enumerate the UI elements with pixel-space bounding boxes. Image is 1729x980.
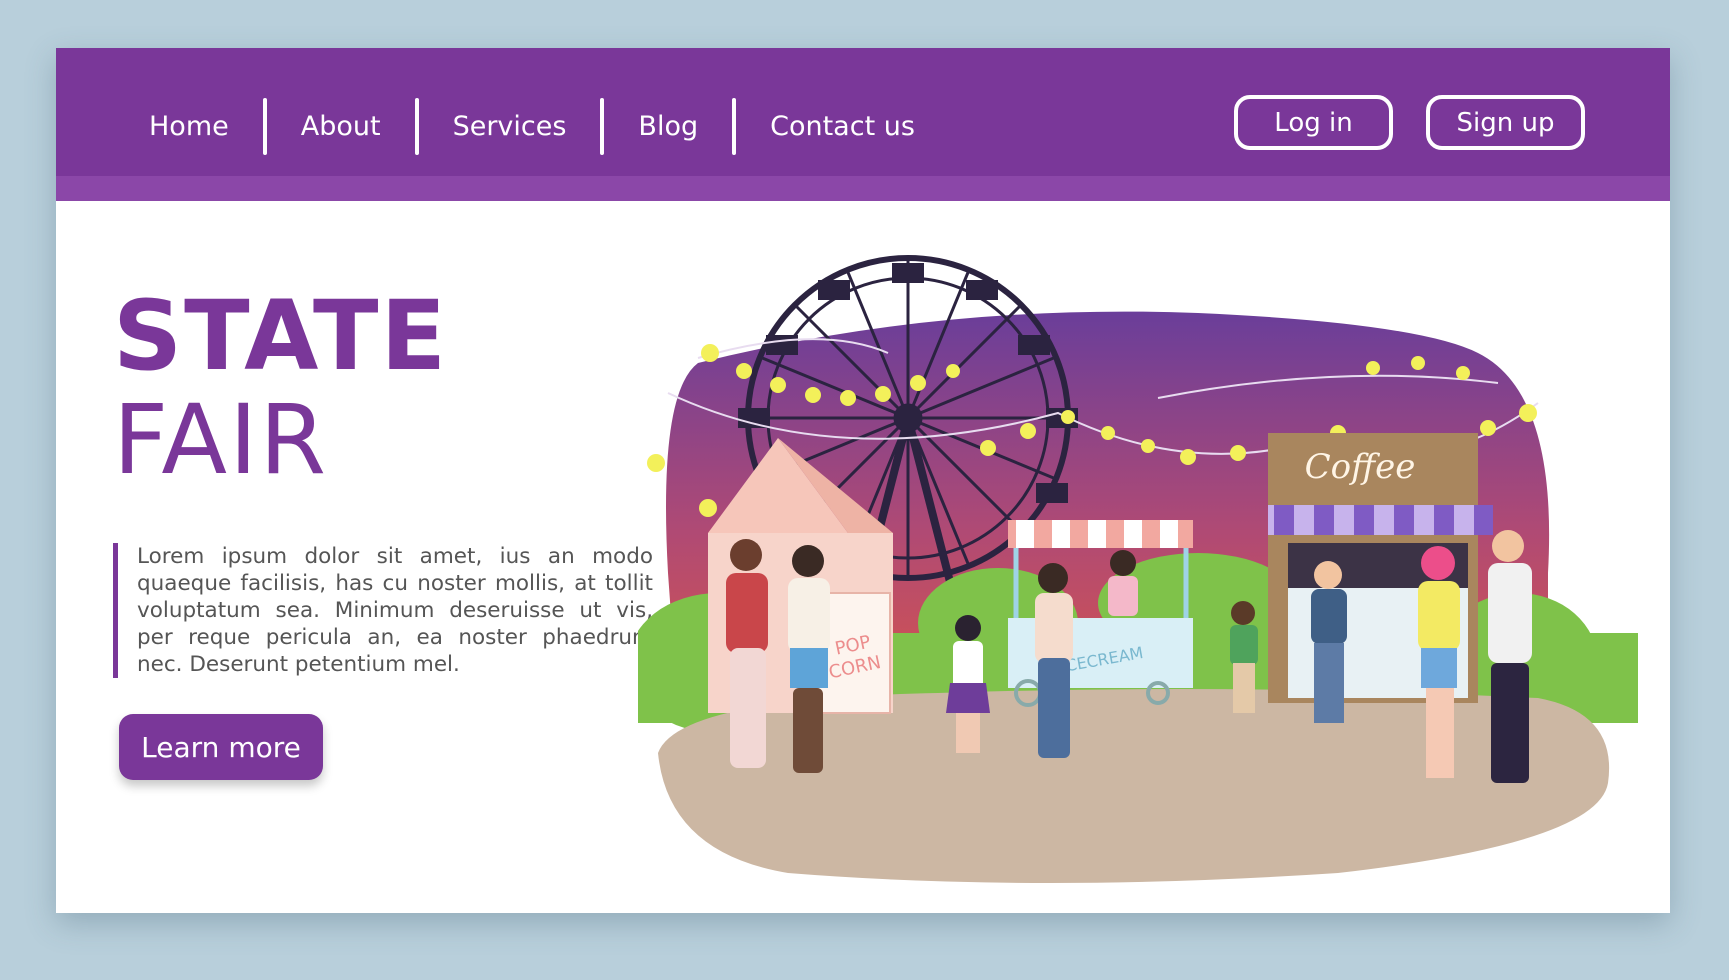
- login-button[interactable]: Log in: [1234, 95, 1393, 150]
- learn-more-button[interactable]: Learn more: [119, 714, 323, 780]
- nav-links: Home About Services Blog Contact us: [149, 98, 949, 155]
- hero-description-block: Lorem ipsum dolor sit amet, ius an modo …: [113, 543, 653, 678]
- nav-about[interactable]: About: [267, 98, 415, 155]
- title-line-state: STATE: [113, 280, 449, 392]
- navbar: Home About Services Blog Contact us Log …: [56, 48, 1670, 201]
- coffee-stall-icon: Coffee: [1268, 433, 1493, 703]
- nav-blog[interactable]: Blog: [604, 98, 732, 155]
- nav-contact[interactable]: Contact us: [736, 98, 949, 155]
- hero-description: Lorem ipsum dolor sit amet, ius an modo …: [137, 544, 653, 677]
- coffee-sign: Coffee: [1305, 447, 1416, 487]
- nav-services[interactable]: Services: [419, 98, 601, 155]
- signup-button[interactable]: Sign up: [1426, 95, 1585, 150]
- state-fair-illustration: POP CORN ICECREAM Coffee: [638, 255, 1638, 883]
- nav-home[interactable]: Home: [149, 98, 263, 155]
- landing-page: Home About Services Blog Contact us Log …: [56, 48, 1670, 913]
- title-line-fair: FAIR: [113, 384, 329, 496]
- page-title: STATE FAIR: [113, 288, 448, 488]
